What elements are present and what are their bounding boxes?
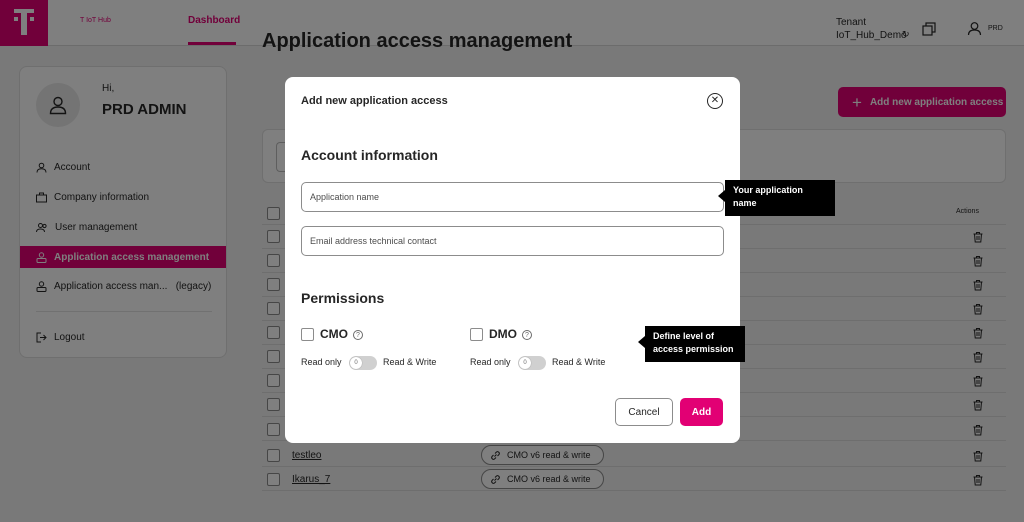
add-application-access-modal: Add new application access ✕ Account inf… [285, 77, 740, 443]
dmo-read-only-label: Read only [470, 357, 511, 367]
dmo-permission-toggle[interactable]: 0 [518, 356, 546, 370]
cmo-checkbox[interactable] [301, 328, 314, 341]
tooltip-permission: Define level of access permission [638, 326, 745, 362]
dmo-read-write-label: Read & Write [552, 357, 606, 367]
cancel-button[interactable]: Cancel [615, 398, 673, 426]
cmo-read-only-label: Read only [301, 357, 342, 367]
tooltip-application-name: Your application name [718, 180, 835, 216]
cmo-read-write-label: Read & Write [383, 357, 437, 367]
email-technical-contact-input[interactable] [301, 226, 724, 256]
section-title-permissions: Permissions [301, 290, 385, 306]
dmo-checkbox[interactable] [470, 328, 483, 341]
help-icon[interactable]: ? [522, 330, 532, 340]
toggle-knob: 0 [350, 357, 362, 369]
close-icon[interactable]: ✕ [707, 93, 723, 109]
add-button[interactable]: Add [680, 398, 723, 426]
dmo-label: DMO [489, 327, 517, 341]
section-title-account: Account information [301, 147, 438, 163]
help-icon[interactable]: ? [353, 330, 363, 340]
cmo-permission-toggle[interactable]: 0 [349, 356, 377, 370]
cmo-label: CMO [320, 327, 348, 341]
toggle-knob: 0 [519, 357, 531, 369]
modal-title: Add new application access [301, 95, 448, 107]
application-name-input[interactable] [301, 182, 724, 212]
